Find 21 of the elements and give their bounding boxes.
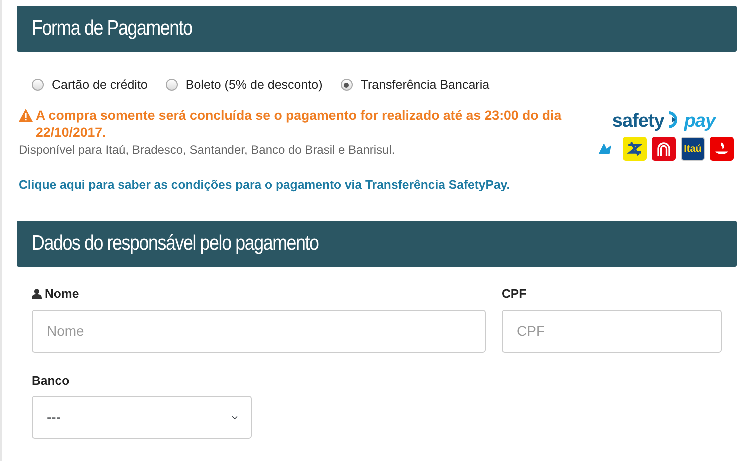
radio-option[interactable]: Boleto (5% de desconto) bbox=[166, 76, 323, 95]
field-label: Banco bbox=[32, 372, 71, 390]
radio-button[interactable] bbox=[166, 79, 178, 92]
bank-select[interactable]: --- bbox=[32, 396, 252, 440]
itau-logo: Itaú bbox=[681, 137, 705, 162]
radio-option[interactable]: Transferência Bancaria bbox=[340, 76, 490, 95]
field-label: CPF bbox=[502, 286, 528, 304]
section-header: Dados do responsável pelo pagamento bbox=[17, 221, 737, 268]
user-icon bbox=[32, 289, 42, 300]
input-field[interactable]: Nome bbox=[32, 310, 486, 353]
availability-text: Disponível para Itaú, Bradesco, Santander, Banco do Brasil e Banrisul. bbox=[19, 142, 396, 159]
radio-button[interactable] bbox=[340, 79, 353, 92]
warning-text: A compra somente será concluída se o pagamento for realizado até as 23:00 do dia 22/10/2017. bbox=[36, 106, 563, 141]
radio-button[interactable] bbox=[32, 79, 44, 92]
radio-option[interactable]: Cartão de crédito bbox=[32, 76, 148, 95]
field-label: Nome bbox=[32, 285, 486, 304]
input-field[interactable]: CPF bbox=[502, 310, 722, 353]
conditions-link[interactable]: Clique aqui para saber as condições para o pagamento via Transferência SafetyPay. bbox=[19, 176, 510, 194]
warning-icon bbox=[19, 108, 33, 122]
safetypay-logo: safety pay bbox=[612, 110, 716, 134]
section-header: Forma de Pagamento bbox=[17, 6, 737, 52]
